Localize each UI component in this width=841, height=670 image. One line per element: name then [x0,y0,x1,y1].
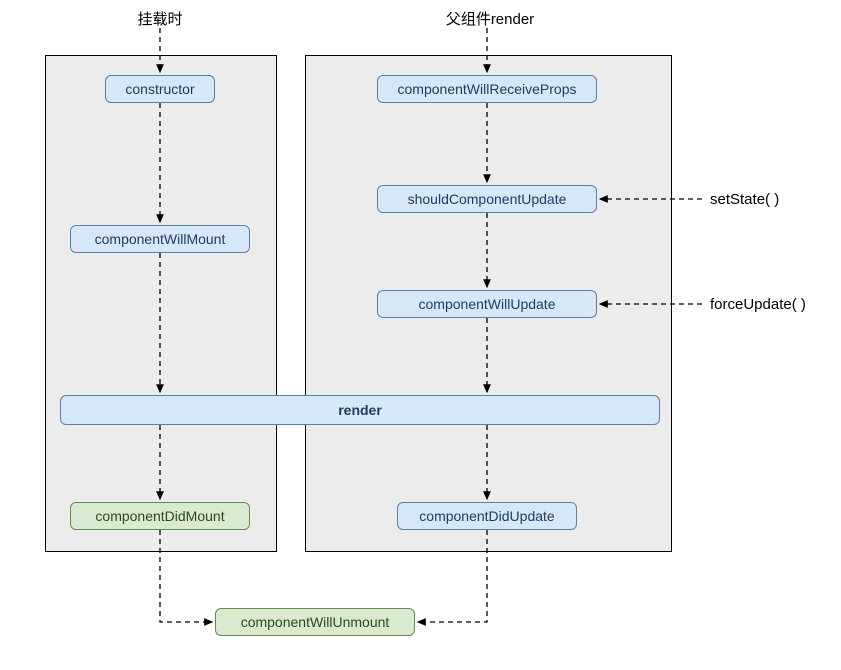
arrow-didupdate-to-unmount [418,530,487,622]
arrows-layer [0,0,841,670]
arrow-didmount-to-unmount [160,530,212,622]
